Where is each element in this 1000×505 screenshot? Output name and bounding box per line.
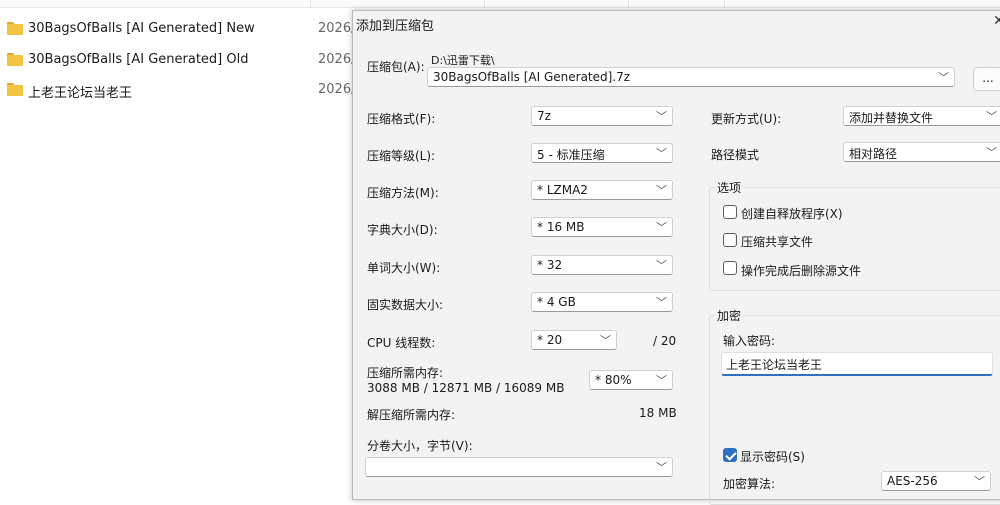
- close-icon[interactable]: ✕: [993, 13, 1000, 29]
- split-combobox[interactable]: ﹀: [365, 457, 673, 477]
- method-select[interactable]: * LZMA2 ﹀: [531, 180, 673, 200]
- method-label: 压缩方法(M):: [367, 186, 439, 200]
- level-label: 压缩等级(L):: [367, 149, 436, 163]
- chevron-down-icon: ﹀: [600, 334, 611, 347]
- cpu-select[interactable]: * 20 ﹀: [531, 330, 617, 350]
- file-date: 2026/: [318, 82, 356, 97]
- solid-select[interactable]: * 4 GB ﹀: [531, 292, 673, 312]
- chevron-down-icon[interactable]: ﹀: [938, 69, 949, 85]
- dict-label: 字典大小(D):: [367, 223, 438, 237]
- dialog-title: 添加到压缩包: [356, 19, 435, 34]
- sfx-label[interactable]: 创建自释放程序(X): [741, 205, 843, 222]
- file-row[interactable]: 30BagsOfBalls [AI Generated] New 2026/: [0, 17, 360, 41]
- word-value: * 32: [537, 258, 563, 272]
- cpu-value: * 20: [537, 333, 563, 347]
- delete-label[interactable]: 操作完成后删除源文件: [741, 262, 861, 279]
- mem-decompress-value: 18 MB: [639, 406, 677, 420]
- archive-path: D:\迅雷下载\: [431, 54, 495, 67]
- archive-name-value: 30BagsOfBalls [AI Generated].7z: [433, 70, 631, 84]
- cpu-total: / 20: [653, 334, 677, 348]
- dict-select[interactable]: * 16 MB ﹀: [531, 217, 673, 237]
- pathmode-value: 相对路径: [849, 147, 898, 161]
- file-date: 2026/: [318, 52, 356, 67]
- format-label: 压缩格式(F):: [367, 112, 436, 126]
- column-header: [0, 0, 1000, 8]
- algo-value: AES-256: [887, 474, 938, 488]
- pathmode-select[interactable]: 相对路径 ﹀: [843, 142, 1000, 162]
- password-label: 输入密码:: [723, 334, 776, 348]
- add-to-archive-dialog: 添加到压缩包 ✕ 压缩包(A): D:\迅雷下载\ 30BagsOfBalls …: [352, 10, 1000, 505]
- file-name: 30BagsOfBalls [AI Generated] New: [28, 21, 255, 36]
- archive-name-combobox[interactable]: 30BagsOfBalls [AI Generated].7z ﹀: [427, 67, 955, 87]
- shared-checkbox[interactable]: [723, 233, 737, 247]
- delete-checkbox[interactable]: [723, 261, 737, 275]
- chevron-down-icon: ﹀: [656, 147, 667, 160]
- split-label: 分卷大小，字节(V):: [367, 439, 473, 453]
- algo-select[interactable]: AES-256 ﹀: [881, 471, 991, 491]
- chevron-down-icon: ﹀: [656, 461, 667, 474]
- chevron-down-icon: ﹀: [656, 221, 667, 234]
- method-value: * LZMA2: [537, 183, 588, 197]
- update-select[interactable]: 添加并替换文件 ﹀: [843, 106, 1000, 126]
- password-value: 上老王论坛当老王: [726, 358, 823, 372]
- dialog-titlebar[interactable]: 添加到压缩包 ✕: [353, 11, 1000, 35]
- shared-label[interactable]: 压缩共享文件: [741, 233, 813, 250]
- sfx-checkbox[interactable]: [723, 205, 737, 219]
- format-select[interactable]: 7z ﹀: [531, 106, 673, 126]
- word-select[interactable]: * 32 ﹀: [531, 255, 673, 275]
- show-password-checkbox[interactable]: [723, 448, 737, 462]
- cpu-label: CPU 线程数:: [367, 336, 436, 350]
- mem-compress-label: 压缩所需内存:: [367, 366, 444, 380]
- chevron-down-icon: ﹀: [986, 146, 997, 159]
- file-name: 30BagsOfBalls [AI Generated] Old: [28, 52, 249, 67]
- word-label: 单词大小(W):: [367, 261, 441, 275]
- level-value: 5 - 标准压缩: [537, 148, 605, 162]
- level-select[interactable]: 5 - 标准压缩 ﹀: [531, 143, 673, 163]
- file-date: 2026/: [318, 21, 356, 36]
- mem-percent-value: * 80%: [595, 373, 632, 387]
- chevron-down-icon: ﹀: [986, 110, 997, 123]
- pathmode-label: 路径模式: [711, 148, 760, 162]
- update-value: 添加并替换文件: [849, 111, 934, 125]
- update-label: 更新方式(U):: [711, 112, 782, 126]
- solid-label: 固实数据大小:: [367, 298, 444, 312]
- options-title: 选项: [715, 179, 744, 196]
- chevron-down-icon: ﹀: [656, 374, 667, 387]
- chevron-down-icon: ﹀: [656, 110, 667, 123]
- chevron-down-icon: ﹀: [656, 296, 667, 309]
- format-value: 7z: [537, 109, 551, 123]
- password-input[interactable]: 上老王论坛当老王: [721, 352, 993, 376]
- mem-percent-select[interactable]: * 80% ﹀: [589, 370, 673, 390]
- folder-icon: [7, 22, 23, 35]
- browse-button[interactable]: ...: [973, 67, 1000, 91]
- mem-decompress-label: 解压缩所需内存:: [367, 408, 456, 422]
- dict-value: * 16 MB: [537, 220, 585, 234]
- folder-icon: [7, 53, 23, 66]
- mem-compress-value: 3088 MB / 12871 MB / 16089 MB: [367, 381, 565, 395]
- chevron-down-icon: ﹀: [974, 475, 985, 488]
- chevron-down-icon: ﹀: [656, 184, 667, 197]
- file-name: 上老王论坛当老王: [28, 86, 133, 101]
- chevron-down-icon: ﹀: [656, 259, 667, 272]
- encryption-title: 加密: [715, 307, 744, 324]
- solid-value: * 4 GB: [537, 295, 576, 309]
- show-password-label[interactable]: 显示密码(S): [740, 448, 805, 465]
- file-row[interactable]: 上老王论坛当老王 2026/: [0, 78, 360, 102]
- archive-label: 压缩包(A):: [367, 60, 425, 74]
- folder-icon: [7, 83, 23, 96]
- file-row[interactable]: 30BagsOfBalls [AI Generated] Old 2026/: [0, 48, 360, 72]
- algo-label: 加密算法:: [723, 477, 776, 491]
